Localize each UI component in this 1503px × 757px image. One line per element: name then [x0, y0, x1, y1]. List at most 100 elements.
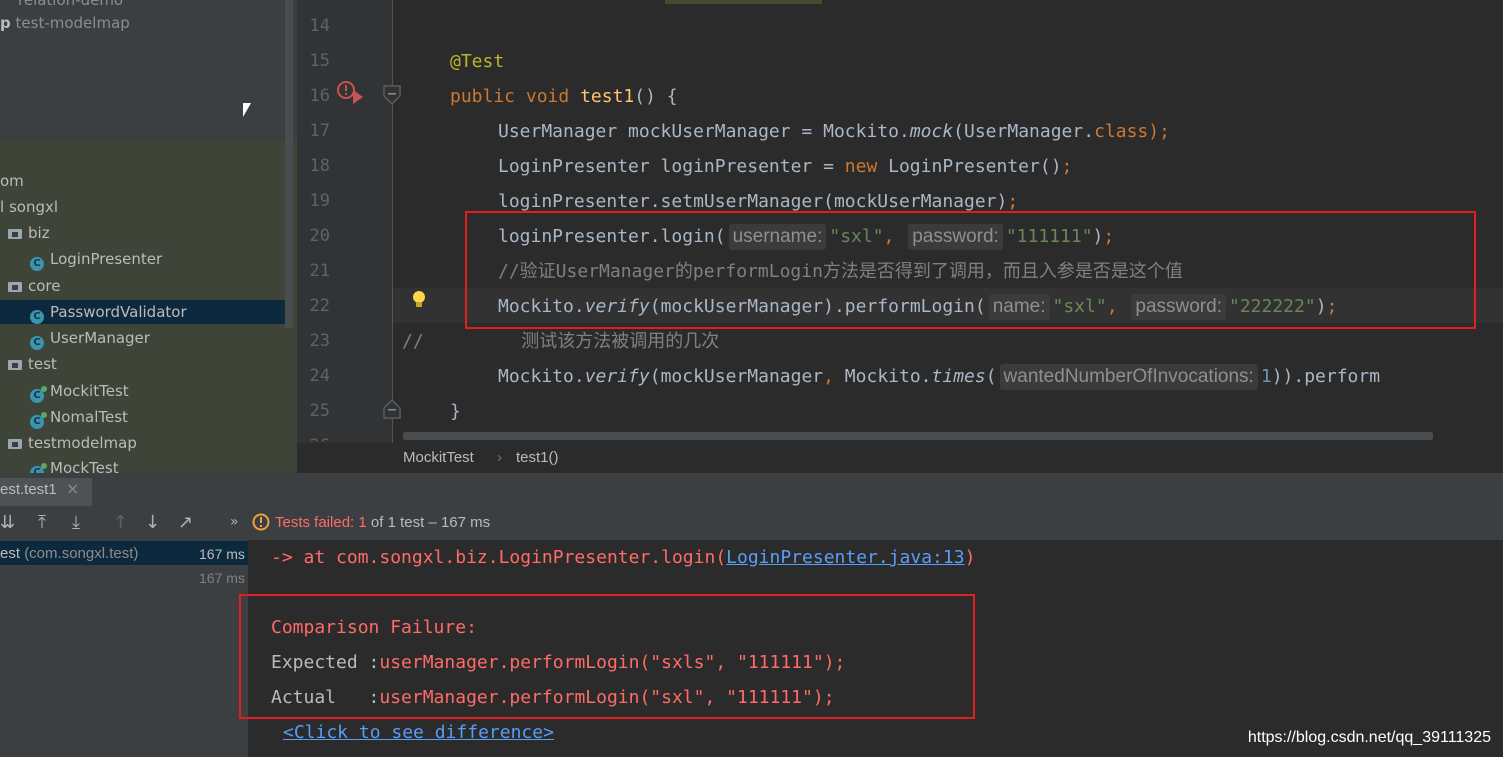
tree-item-label: test [28, 355, 57, 373]
class-icon: C [30, 257, 44, 271]
code-line-15[interactable]: @Test [450, 44, 504, 79]
code-line-25[interactable]: } [450, 394, 461, 429]
comment-line-23[interactable]: // 测试该方法被调用的几次 [402, 324, 719, 359]
collapse-all-icon[interactable]: ⤓ [72, 512, 80, 533]
status-summary: of 1 test – 167 ms [370, 514, 491, 531]
number-token: 1 [1260, 366, 1272, 387]
watermark: https://blog.csdn.net/qq_39111325 [1247, 729, 1491, 746]
run-test-failed-icon[interactable] [335, 80, 367, 108]
tree-item-label: PasswordValidator [50, 303, 187, 321]
editor-hscrollbar[interactable] [403, 432, 1433, 440]
console-line-stack: -> at com.songxl.biz.LoginPresenter.logi… [271, 540, 975, 575]
sort-icon[interactable]: ⇊ [0, 512, 15, 533]
code-token: ( [985, 366, 997, 387]
code-line-17[interactable]: UserManager mockUserManager = Mockito.mo… [498, 114, 1170, 149]
code-token: (mockUserManager [649, 366, 824, 387]
folder-icon [8, 360, 22, 370]
parameter-hint: wantedNumberOfInvocations: [999, 364, 1258, 390]
tree-item-mocktest[interactable]: C MockTest [30, 456, 119, 473]
tree-item-songxl[interactable]: l songxl [0, 195, 58, 219]
gutter-divider [392, 0, 393, 443]
tree-item-test-modelmap[interactable]: p test-modelmap [0, 11, 130, 35]
code-token: ; [1007, 191, 1019, 212]
tree-item-testmodelmap[interactable]: testmodelmap [8, 431, 137, 455]
code-token: LoginPresenter loginPresenter = [498, 156, 845, 177]
tree-item-label: MockTest [50, 459, 119, 473]
test-package: (com.songxl.test) [24, 545, 139, 562]
tree-item-nomaltest[interactable]: C NomalTest [30, 405, 128, 429]
tree-item-om[interactable]: om [0, 169, 24, 193]
fold-end-icon[interactable] [382, 398, 402, 420]
code-token: Mockito. [498, 366, 585, 387]
line-number: 15 [309, 51, 330, 71]
fold-method-icon[interactable] [382, 84, 402, 106]
code-token: )).perform [1271, 366, 1381, 387]
tree-item-usermanager[interactable]: C UserManager [30, 326, 150, 350]
expand-all-icon[interactable]: ⤒ [38, 512, 46, 533]
mouse-cursor-icon [243, 103, 255, 117]
line-number: 18 [309, 156, 330, 176]
breadcrumb-separator-icon: › [497, 449, 502, 466]
highlight-box-console [239, 594, 975, 719]
more-actions-icon[interactable]: » [230, 514, 239, 530]
status-failed-label: Tests failed: [275, 514, 355, 531]
static-method-token: times [931, 366, 986, 387]
tree-item-passwordvalidator[interactable]: C PasswordValidator [0, 300, 285, 324]
next-failed-icon[interactable]: ↓ [145, 512, 160, 533]
test-class-icon: C [30, 463, 47, 473]
tree-item-biz[interactable]: biz [8, 221, 50, 245]
line-number: 23 [309, 331, 330, 351]
source-link[interactable]: LoginPresenter.java:13 [726, 547, 964, 568]
prev-failed-icon[interactable]: ↑ [113, 512, 128, 533]
code-token: , [823, 366, 834, 387]
code-line-16[interactable]: public void test1() { [450, 79, 678, 114]
test-class-icon: C [30, 386, 47, 403]
code-token: ; [1061, 156, 1073, 177]
line-number: 24 [309, 366, 330, 386]
line-number: 26 [300, 429, 330, 441]
editor-tab-marker [665, 0, 822, 4]
method-name-token: test1 [580, 86, 635, 107]
tree-item-prefix: l [0, 198, 5, 216]
breadcrumb-method[interactable]: test1() [516, 449, 559, 466]
status-failed-count: 1 [358, 514, 367, 531]
class-icon: C [30, 310, 44, 324]
tree-item-core[interactable]: core [8, 274, 61, 298]
breadcrumb-class[interactable]: MockitTest [403, 449, 474, 466]
console-text: -> at com.songxl.biz.LoginPresenter.logi… [271, 547, 727, 568]
test-status: Tests failed: 1 of 1 test – 167 ms [275, 514, 490, 531]
project-tree-scrollbar[interactable] [285, 0, 293, 328]
see-difference-link[interactable]: <Click to see difference> [283, 715, 554, 750]
code-token: ); [1148, 121, 1170, 142]
code-token: () { [634, 86, 678, 107]
annotation-token: @Test [450, 51, 505, 72]
line-number: 20 [309, 226, 330, 246]
lightbulb-icon[interactable] [410, 289, 428, 311]
keyword-token: new [844, 156, 878, 177]
run-tab-label: est.test1 [0, 481, 57, 498]
line-number: 25 [309, 401, 330, 421]
code-token: Mockito. [833, 366, 932, 387]
code-token: LoginPresenter() [877, 156, 1062, 177]
export-icon[interactable]: ↗ [178, 512, 193, 533]
folder-icon [8, 439, 22, 449]
test-class-icon: C [30, 412, 47, 429]
tree-item-label: MockitTest [50, 382, 129, 400]
tree-item-prefix: p [0, 14, 11, 32]
static-method-token: verify [584, 366, 650, 387]
tree-item-mockittest[interactable]: C MockitTest [30, 379, 129, 403]
test-duration: 167 ms [199, 570, 245, 586]
tree-item-label: UserManager [50, 329, 150, 347]
tree-item-label: om [0, 172, 24, 190]
close-tab-icon[interactable]: × [66, 479, 79, 498]
code-line-24[interactable]: Mockito.verify(mockUserManager, Mockito.… [498, 359, 1503, 394]
code-line-18[interactable]: LoginPresenter loginPresenter = new Logi… [498, 149, 1072, 184]
tree-item-loginpresenter[interactable]: C LoginPresenter [30, 247, 162, 271]
tree-item-test[interactable]: test [8, 352, 57, 376]
run-tab-bar [0, 473, 1503, 508]
tree-item-label: test-modelmap [15, 14, 130, 32]
tree-item-label: LoginPresenter [50, 250, 163, 268]
run-toolbar [0, 508, 1503, 540]
tree-item-label: core [28, 277, 61, 295]
tree-item-label: biz [28, 224, 50, 242]
